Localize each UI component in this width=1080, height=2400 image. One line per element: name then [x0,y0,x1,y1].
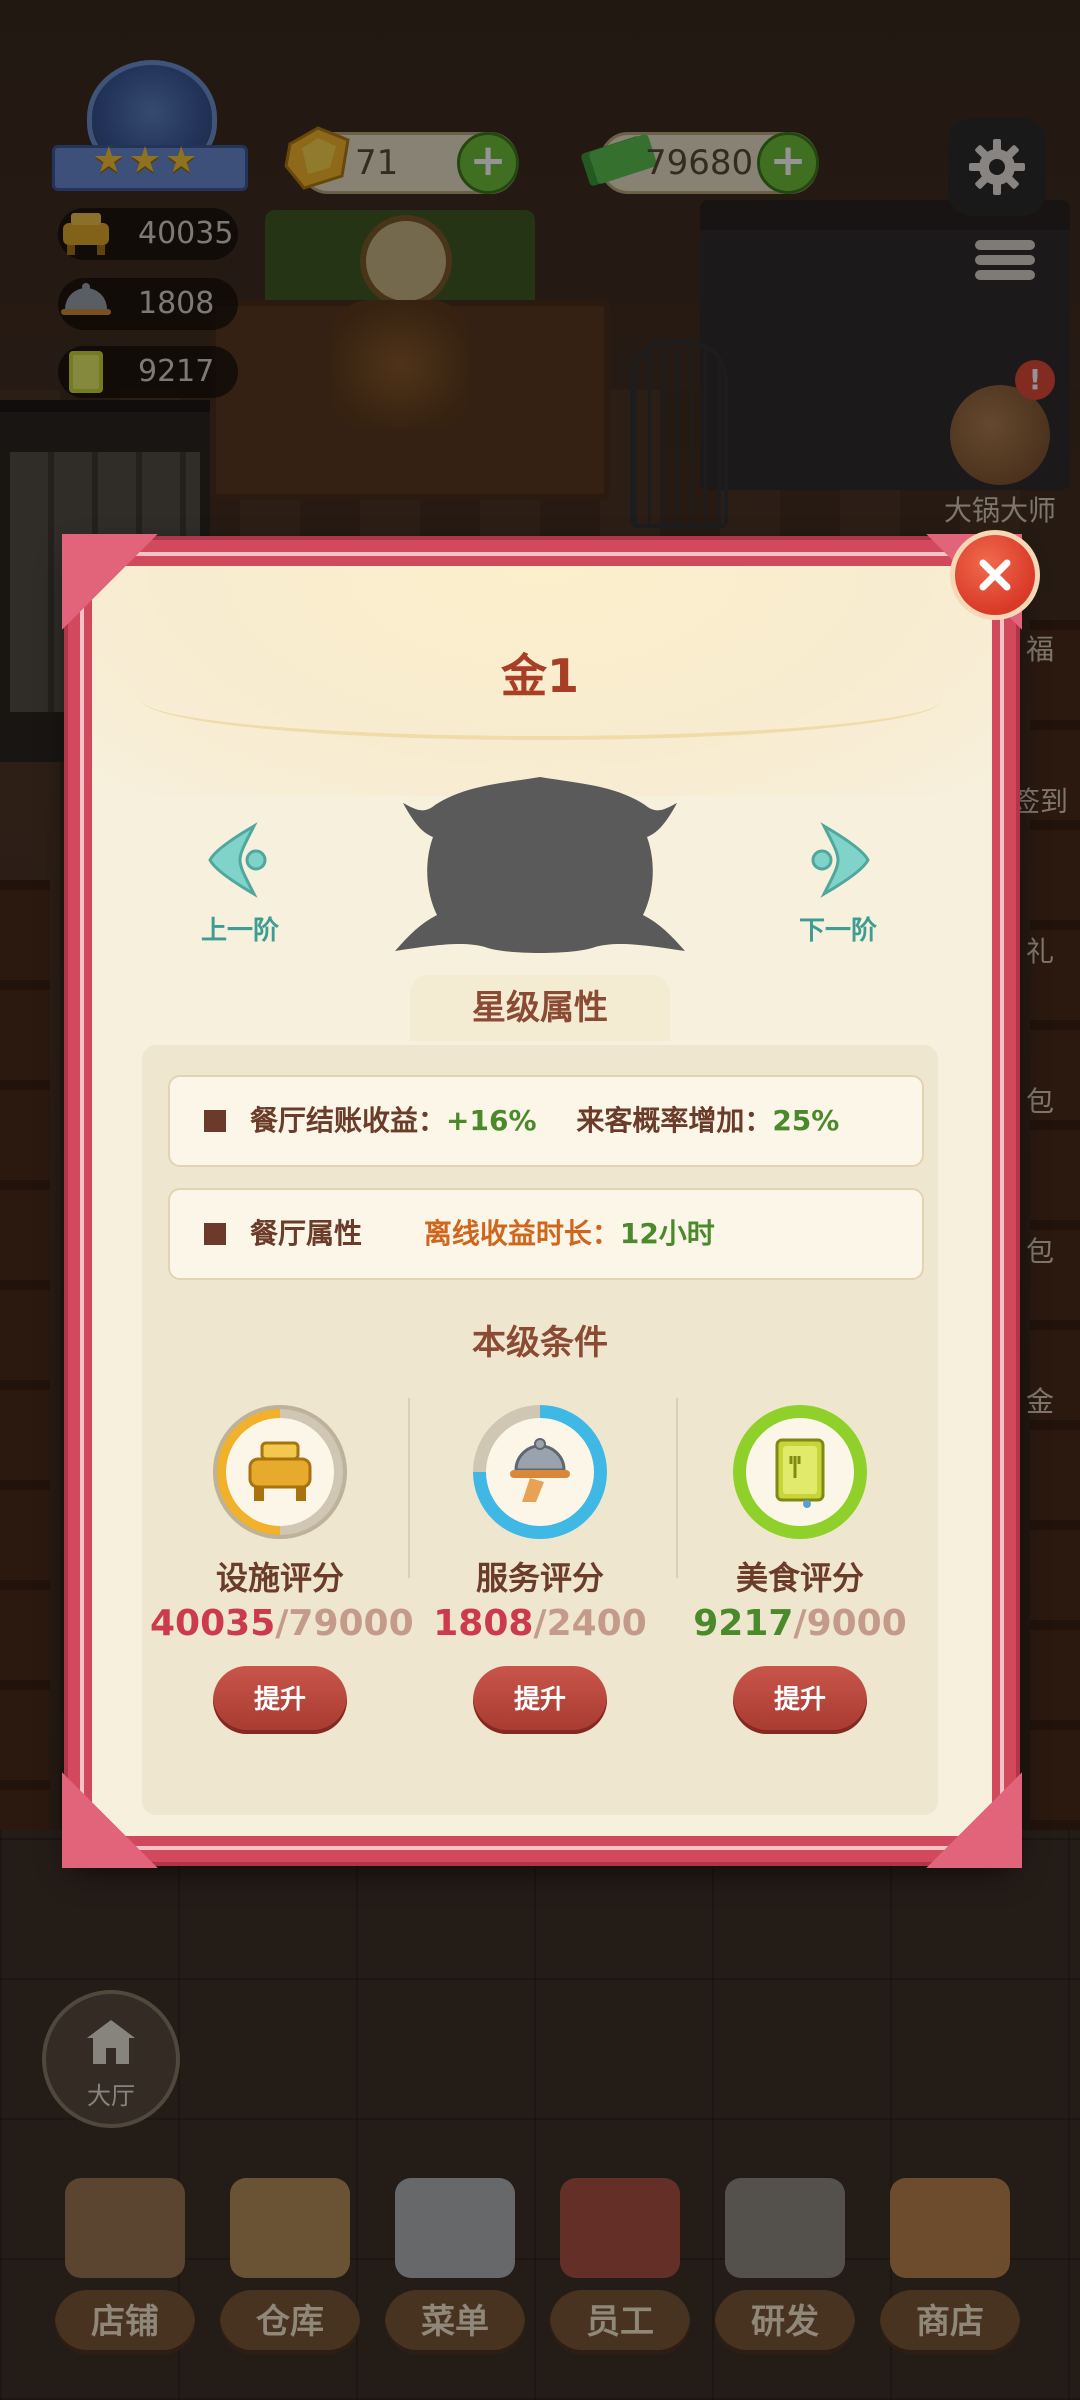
checkout-income-value: +16% [446,1104,537,1137]
condition-name: 服务评分 [475,1559,604,1597]
bullet-square-icon [204,1223,226,1245]
bullet-square-icon [204,1110,226,1132]
next-tier-button[interactable]: 下一阶 [778,820,898,947]
upgrade-facility-button[interactable]: 提升 [213,1666,347,1734]
conditions-heading: 本级条件 [472,1323,608,1363]
arrow-right-icon [811,822,870,898]
cauldron-icon [248,1441,312,1501]
condition-value: 9217/9000 [693,1603,907,1644]
condition-name: 美食评分 [735,1559,864,1597]
condition-max: 9000 [806,1603,907,1644]
condition-current: 9217 [693,1603,794,1644]
visitor-rate-value: 25% [772,1104,840,1137]
recipe-book-icon [775,1438,825,1508]
condition-current: 40035 [150,1603,276,1644]
prev-tier-button[interactable]: 上一阶 [180,820,300,947]
condition-name: 设施评分 [215,1559,344,1597]
condition-max: 2400 [546,1603,647,1644]
star-attributes-heading: 星级属性 [410,975,670,1041]
progress-ring [473,1405,607,1539]
condition-value: 1808/2400 [433,1603,647,1644]
facility-condition: 设施评分 40035/79000 提升 [150,1405,414,1734]
close-button[interactable] [950,530,1040,620]
visitor-rate-label: 来客概率增加： [576,1104,773,1137]
progress-ring [733,1405,867,1539]
corner-ornament [926,1772,1022,1868]
upgrade-food-button[interactable]: 提升 [733,1666,867,1734]
condition-current: 1808 [433,1603,534,1644]
attribute-row-income: 餐厅结账收益：+16% 来客概率增加：25% [168,1075,924,1167]
checkout-income-label: 餐厅结账收益： [250,1104,447,1137]
close-icon [979,559,1011,591]
arrow-left-icon [208,822,267,898]
next-tier-label: 下一阶 [798,916,877,946]
offline-income-label: 离线收益时长： [423,1217,620,1250]
attribute-row-offline: 餐厅属性 离线收益时长：12小时 [168,1188,924,1280]
corner-ornament [62,534,158,630]
condition-max: 79000 [288,1603,414,1644]
food-condition: 美食评分 9217/9000 提升 [670,1405,930,1734]
service-condition: 服务评分 1808/2400 提升 [410,1405,670,1734]
serving-cloche-icon [510,1438,570,1502]
condition-value: 40035/79000 [150,1603,414,1644]
offline-income-value: 12小时 [619,1217,715,1250]
locked-building-silhouette-icon [395,777,685,953]
prev-tier-label: 上一阶 [200,916,279,946]
upgrade-service-button[interactable]: 提升 [473,1666,607,1734]
rank-title: 金1 [500,649,579,703]
progress-ring [213,1405,347,1539]
restaurant-attribute-label: 餐厅属性 [250,1217,363,1250]
